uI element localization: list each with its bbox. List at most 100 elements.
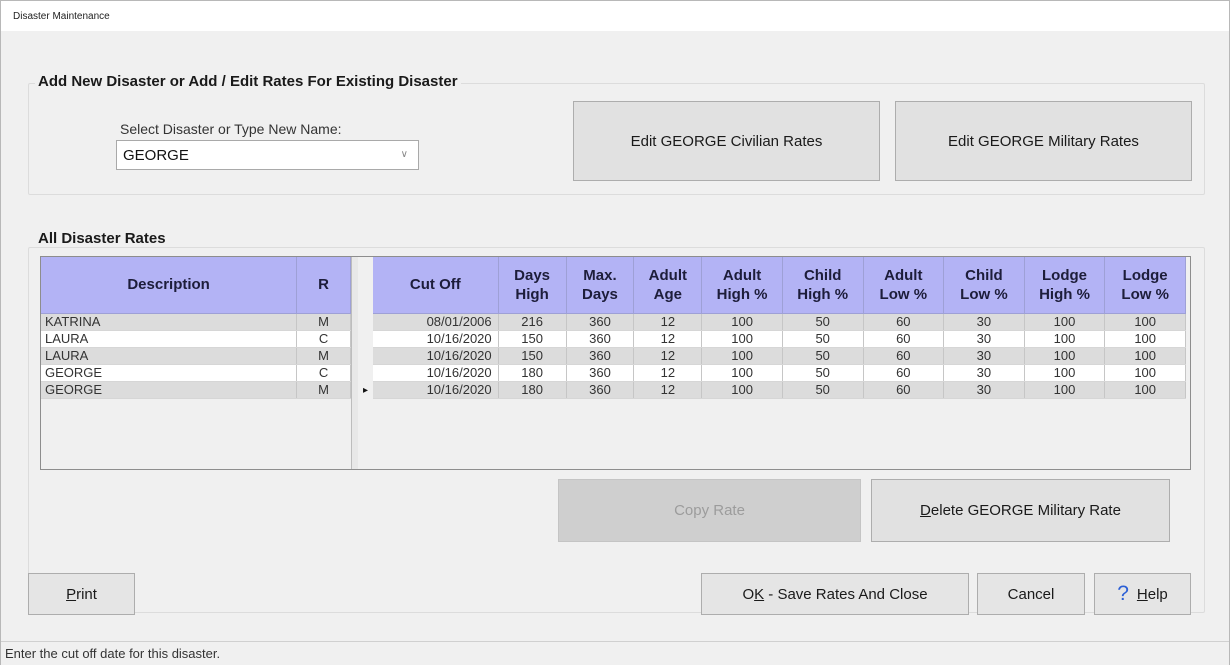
cell-rate-value[interactable]: 08/01/2006 <box>373 313 499 331</box>
status-text: Enter the cut off date for this disaster… <box>5 646 221 661</box>
row-header[interactable] <box>358 314 373 331</box>
column-header-9[interactable]: Lodge High % <box>1024 257 1106 314</box>
cell-rate-type[interactable]: M <box>296 347 351 365</box>
table-row[interactable]: LAURA C <box>41 330 351 348</box>
ok-save-close-button[interactable]: OK - Save Rates And Close <box>701 573 969 615</box>
cell-rate-value[interactable]: 100 <box>701 313 783 331</box>
cell-rate-value[interactable]: 30 <box>943 381 1025 399</box>
cell-rate-value[interactable]: 12 <box>633 381 703 399</box>
print-button[interactable]: Print <box>28 573 135 615</box>
table-row[interactable]: GEORGE M <box>41 381 351 399</box>
cell-rate-value[interactable]: 50 <box>782 313 864 331</box>
cell-rate-value[interactable]: 216 <box>498 313 567 331</box>
cell-rate-value[interactable]: 60 <box>863 347 945 365</box>
cell-rate-value[interactable]: 12 <box>633 330 703 348</box>
cell-rate-value[interactable]: 100 <box>1104 364 1186 382</box>
cell-rate-value[interactable]: 12 <box>633 364 703 382</box>
cell-rate-value[interactable]: 360 <box>566 347 635 365</box>
cell-rate-value[interactable]: 100 <box>701 330 783 348</box>
cell-rate-value[interactable]: 10/16/2020 <box>373 347 499 365</box>
table-row[interactable]: 10/16/2020 150 360 12 100 50 60 30 100 100 <box>373 330 1186 348</box>
cell-rate-type[interactable]: M <box>296 381 351 399</box>
cell-rate-value[interactable]: 100 <box>701 381 783 399</box>
column-header-3[interactable]: Max. Days <box>566 257 635 314</box>
cell-rate-value[interactable]: 60 <box>863 364 945 382</box>
cell-rate-value[interactable]: 360 <box>566 313 635 331</box>
current-row-indicator-icon[interactable]: ▸ <box>358 382 373 399</box>
cell-rate-value[interactable]: 60 <box>863 313 945 331</box>
cell-rate-value[interactable]: 12 <box>633 347 703 365</box>
column-header-r[interactable]: R <box>296 257 351 314</box>
copy-rate-button[interactable]: Copy Rate <box>558 479 861 542</box>
table-row[interactable]: KATRINA M <box>41 313 351 331</box>
cell-rate-value[interactable]: 150 <box>498 347 567 365</box>
cancel-button[interactable]: Cancel <box>977 573 1085 615</box>
cell-rate-value[interactable]: 10/16/2020 <box>373 330 499 348</box>
cell-description[interactable]: GEORGE <box>41 381 298 399</box>
cell-rate-value[interactable]: 100 <box>1024 347 1106 365</box>
cell-rate-value[interactable]: 100 <box>1024 330 1106 348</box>
column-header-1[interactable]: Cut Off <box>373 257 499 314</box>
cell-rate-value[interactable]: 50 <box>782 330 864 348</box>
cell-rate-type[interactable]: C <box>296 330 351 348</box>
help-icon: ? <box>1117 582 1129 605</box>
cell-rate-value[interactable]: 30 <box>943 330 1025 348</box>
table-row[interactable]: GEORGE C <box>41 364 351 382</box>
cell-rate-value[interactable]: 12 <box>633 313 703 331</box>
rates-grid[interactable]: ▸ Cut Off Days High Max. Days Adult Age Adult Hi… <box>358 256 1191 470</box>
help-button[interactable]: ? Help <box>1094 573 1191 615</box>
cell-rate-value[interactable]: 50 <box>782 347 864 365</box>
cell-rate-value[interactable]: 30 <box>943 313 1025 331</box>
cell-rate-value[interactable]: 360 <box>566 364 635 382</box>
cell-rate-value[interactable]: 100 <box>1104 381 1186 399</box>
cell-rate-value[interactable]: 10/16/2020 <box>373 364 499 382</box>
cell-rate-value[interactable]: 10/16/2020 <box>373 381 499 399</box>
table-row[interactable]: 10/16/2020 180 360 12 100 50 60 30 100 100 <box>373 381 1186 399</box>
table-row[interactable]: LAURA M <box>41 347 351 365</box>
row-header[interactable] <box>358 348 373 365</box>
cell-rate-value[interactable]: 50 <box>782 364 864 382</box>
cell-rate-value[interactable]: 360 <box>566 381 635 399</box>
column-header-6[interactable]: Child High % <box>782 257 864 314</box>
cell-rate-type[interactable]: M <box>296 313 351 331</box>
cell-rate-value[interactable]: 180 <box>498 381 567 399</box>
column-header-5[interactable]: Adult High % <box>701 257 783 314</box>
table-row[interactable]: 08/01/2006 216 360 12 100 50 60 30 100 100 <box>373 313 1186 331</box>
cell-rate-value[interactable]: 30 <box>943 364 1025 382</box>
cell-rate-value[interactable]: 180 <box>498 364 567 382</box>
cell-rate-value[interactable]: 150 <box>498 330 567 348</box>
cell-rate-value[interactable]: 100 <box>1024 381 1106 399</box>
cell-rate-value[interactable]: 50 <box>782 381 864 399</box>
cell-rate-type[interactable]: C <box>296 364 351 382</box>
column-header-7[interactable]: Adult Low % <box>863 257 945 314</box>
cell-rate-value[interactable]: 60 <box>863 330 945 348</box>
disaster-select[interactable]: GEORGE ∨ <box>116 140 419 170</box>
cell-rate-value[interactable]: 360 <box>566 330 635 348</box>
cell-rate-value[interactable]: 100 <box>1104 347 1186 365</box>
table-row[interactable]: 10/16/2020 180 360 12 100 50 60 30 100 100 <box>373 364 1186 382</box>
cell-rate-value[interactable]: 100 <box>1104 313 1186 331</box>
cell-rate-value[interactable]: 100 <box>1024 313 1106 331</box>
column-header-8[interactable]: Child Low % <box>943 257 1025 314</box>
cell-rate-value[interactable]: 100 <box>1104 330 1186 348</box>
cell-rate-value[interactable]: 100 <box>701 364 783 382</box>
row-header[interactable] <box>358 365 373 382</box>
column-header-4[interactable]: Adult Age <box>633 257 703 314</box>
cell-rate-value[interactable]: 100 <box>701 347 783 365</box>
cell-rate-value[interactable]: 30 <box>943 347 1025 365</box>
cell-description[interactable]: KATRINA <box>41 313 298 331</box>
column-header-description[interactable]: Description <box>41 257 298 314</box>
cell-rate-value[interactable]: 100 <box>1024 364 1106 382</box>
cell-description[interactable]: GEORGE <box>41 364 298 382</box>
cell-description[interactable]: LAURA <box>41 330 298 348</box>
table-row[interactable]: 10/16/2020 150 360 12 100 50 60 30 100 100 <box>373 347 1186 365</box>
cell-description[interactable]: LAURA <box>41 347 298 365</box>
column-header-2[interactable]: Days High <box>498 257 567 314</box>
cell-rate-value[interactable]: 60 <box>863 381 945 399</box>
disaster-list-grid[interactable]: Description R KATRINA M LAURA C LAURA M GEORGE… <box>40 256 359 470</box>
column-header-10[interactable]: Lodge Low % <box>1104 257 1186 314</box>
edit-military-rates-button[interactable]: Edit GEORGE Military Rates <box>895 101 1192 181</box>
edit-civilian-rates-button[interactable]: Edit GEORGE Civilian Rates <box>573 101 880 181</box>
delete-rate-button[interactable]: Delete GEORGE Military Rate <box>871 479 1170 542</box>
row-header[interactable] <box>358 331 373 348</box>
